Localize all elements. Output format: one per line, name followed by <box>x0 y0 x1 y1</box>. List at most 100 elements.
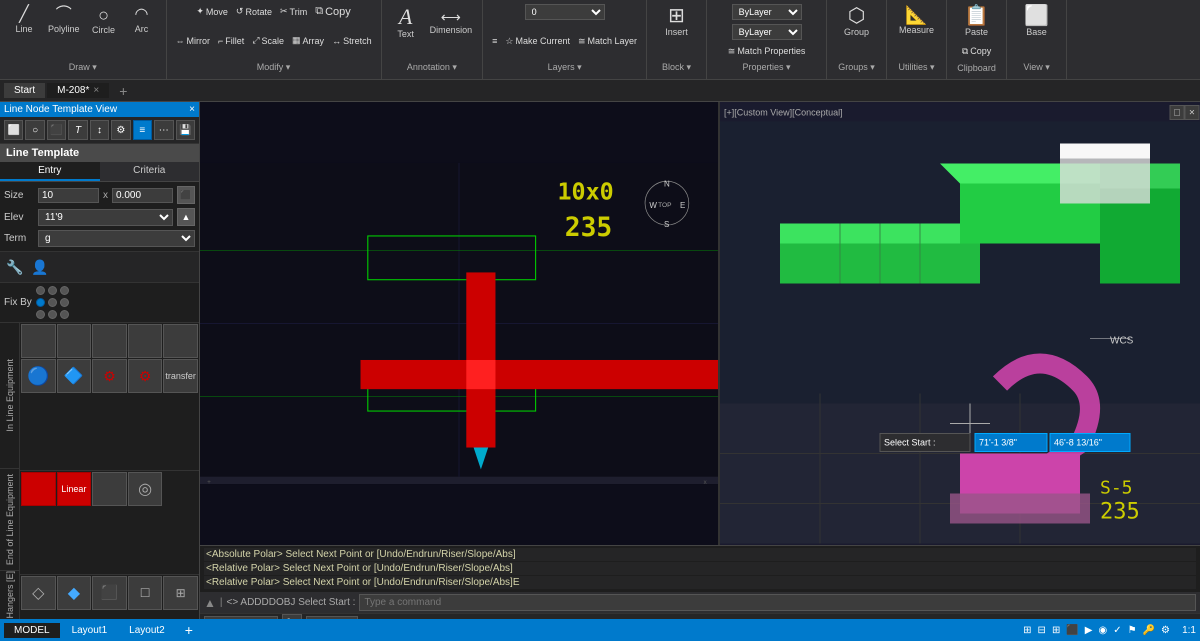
hang-cell-3[interactable]: ☐ <box>128 576 163 610</box>
base-button[interactable]: ⬜Base <box>1019 4 1055 39</box>
supply-air-icon[interactable]: 🏷 <box>282 614 302 619</box>
dot-8[interactable] <box>48 310 57 319</box>
dot-6[interactable] <box>60 298 69 307</box>
dot-9[interactable] <box>60 310 69 319</box>
utilities-label[interactable]: Utilities ▾ <box>899 62 935 75</box>
elev-up-icon[interactable]: ▲ <box>177 208 195 226</box>
doc-tab-m208[interactable]: M-208* × <box>47 83 109 98</box>
equip-cell-1-0[interactable]: 🔵 <box>21 359 56 393</box>
hang-cell-1[interactable]: ◆ <box>57 576 92 610</box>
make-current-button[interactable]: ☆Make Current <box>502 35 573 48</box>
panel-icon-gear[interactable]: ⚙ <box>111 120 130 140</box>
command-input-field[interactable] <box>359 594 1196 611</box>
circle-button[interactable]: ○Circle <box>86 4 122 37</box>
settings-icon[interactable]: ⚙ <box>1161 625 1170 636</box>
otrack-icon[interactable]: ◉ <box>1098 625 1107 636</box>
equip-cell-1-1[interactable]: 🔷 <box>57 359 92 393</box>
panel-icon-solid[interactable]: ⬛ <box>47 120 66 140</box>
size-icon[interactable]: ⬛ <box>177 186 195 204</box>
add-tab-button[interactable]: + <box>111 81 135 101</box>
panel-icon-save[interactable]: 💾 <box>176 120 195 140</box>
dot-7[interactable] <box>36 310 45 319</box>
dot-5[interactable] <box>48 298 57 307</box>
line-button[interactable]: ╱Line <box>6 5 42 36</box>
layer-select[interactable]: 0 <box>525 4 605 20</box>
group-button[interactable]: ⬡Group <box>839 4 875 39</box>
equip-cell-1-3[interactable]: ⚙ <box>128 359 163 393</box>
scale-button[interactable]: ⤢Scale <box>249 34 287 47</box>
doc-tab-start[interactable]: Start <box>4 83 45 98</box>
dimension-button[interactable]: ⟷Dimension <box>426 8 477 37</box>
polar-icon[interactable]: ⬛ <box>1066 625 1078 636</box>
select-icon[interactable]: 🔑 <box>1143 625 1155 636</box>
layer-properties-button[interactable]: ≡ <box>489 35 500 47</box>
tab-entry[interactable]: Entry <box>0 162 100 181</box>
ortho-icon[interactable]: ⊞ <box>1052 625 1060 636</box>
text-button[interactable]: AText <box>388 4 424 41</box>
right-viewport[interactable]: WCS Select Start : 71'-1 3/8" 46'-8 13/1… <box>720 102 1200 545</box>
equip-cell-0-3[interactable] <box>128 324 163 358</box>
match-props-button[interactable]: ≅Match Properties <box>725 45 809 58</box>
lwt-icon[interactable]: ✓ <box>1113 625 1121 636</box>
supply-air-select[interactable]: Supply Air <box>204 616 278 620</box>
panel-icon-text[interactable]: T <box>68 120 87 140</box>
linetype-select[interactable]: ByLayer <box>732 24 802 40</box>
size-input[interactable] <box>38 188 99 203</box>
insert-button[interactable]: ⊞Insert <box>659 4 695 39</box>
move-button[interactable]: ✦Move <box>193 5 231 18</box>
equip-cell-0-4[interactable] <box>163 324 198 358</box>
eol-cell-2[interactable] <box>92 472 127 506</box>
add-layout-button[interactable]: + <box>177 620 201 640</box>
annotation-label[interactable]: Annotation ▾ <box>407 62 457 75</box>
equip-cell-0-2[interactable] <box>92 324 127 358</box>
zoom-level[interactable]: 1:1 <box>1176 625 1196 636</box>
dot-4[interactable] <box>36 298 45 307</box>
toolbar-person-icon[interactable]: 🔧 <box>4 256 26 278</box>
hang-cell-2[interactable]: ⬛ <box>92 576 127 610</box>
modify-label[interactable]: Modify ▾ <box>257 62 291 75</box>
transparency-icon[interactable]: ⚑ <box>1128 625 1137 636</box>
dot-1[interactable] <box>36 286 45 295</box>
polyline-button[interactable]: ⌒Polyline <box>44 5 84 36</box>
panel-icon-circle[interactable]: ○ <box>25 120 44 140</box>
hang-cell-0[interactable]: ◇ <box>21 576 56 610</box>
rotate-button[interactable]: ↺Rotate <box>233 5 275 18</box>
left-viewport[interactable]: 10x0 235 N S W E TOP + x <box>200 102 720 545</box>
equip-cell-0-0[interactable] <box>21 324 56 358</box>
draw-label[interactable]: Draw ▾ <box>69 62 97 75</box>
hang-cell-4[interactable]: ⊞ <box>163 576 198 610</box>
stretch-button[interactable]: ↔Stretch <box>329 35 375 47</box>
toolbar-group-icon[interactable]: 👤 <box>29 256 51 278</box>
equip-cell-1-4[interactable]: transfer <box>163 359 198 393</box>
none-select[interactable]: None <box>306 616 358 620</box>
properties-label[interactable]: Properties ▾ <box>743 62 791 75</box>
command-expand-icon[interactable]: ▲ <box>204 596 216 610</box>
model-tab[interactable]: MODEL <box>4 623 60 638</box>
size-x-input[interactable] <box>112 188 173 203</box>
panel-icon-dots[interactable]: ⋯ <box>154 120 173 140</box>
paste-button[interactable]: 📋Paste <box>959 4 995 39</box>
measure-button[interactable]: 📐Measure <box>895 4 938 37</box>
layers-label[interactable]: Layers ▾ <box>548 62 582 75</box>
block-label[interactable]: Block ▾ <box>662 62 691 75</box>
fillet-button[interactable]: ⌐Fillet <box>215 35 247 47</box>
eol-cell-0[interactable] <box>21 472 56 506</box>
equip-cell-0-1[interactable] <box>57 324 92 358</box>
dot-2[interactable] <box>48 286 57 295</box>
mirror-button[interactable]: ⇔Mirror <box>173 35 214 47</box>
color-select[interactable]: ByLayer <box>732 4 802 20</box>
panel-icon-expand[interactable]: ≡ <box>133 120 152 140</box>
dot-3[interactable] <box>60 286 69 295</box>
array-button[interactable]: ▦Array <box>289 34 327 47</box>
eol-cell-3[interactable]: ◎ <box>128 472 163 506</box>
panel-icon-rect[interactable]: ⬜ <box>4 120 23 140</box>
osnap-icon[interactable]: ▶ <box>1085 625 1093 636</box>
close-tab-icon[interactable]: × <box>93 85 99 96</box>
layout1-tab[interactable]: Layout1 <box>62 623 118 638</box>
elev-select[interactable]: 11'9 <box>38 209 173 226</box>
layout2-tab[interactable]: Layout2 <box>119 623 175 638</box>
panel-icon-arrow[interactable]: ↕ <box>90 120 109 140</box>
eol-cell-1[interactable]: Linear <box>57 472 92 506</box>
view-label[interactable]: View ▾ <box>1023 62 1049 75</box>
tab-criteria[interactable]: Criteria <box>100 162 200 181</box>
